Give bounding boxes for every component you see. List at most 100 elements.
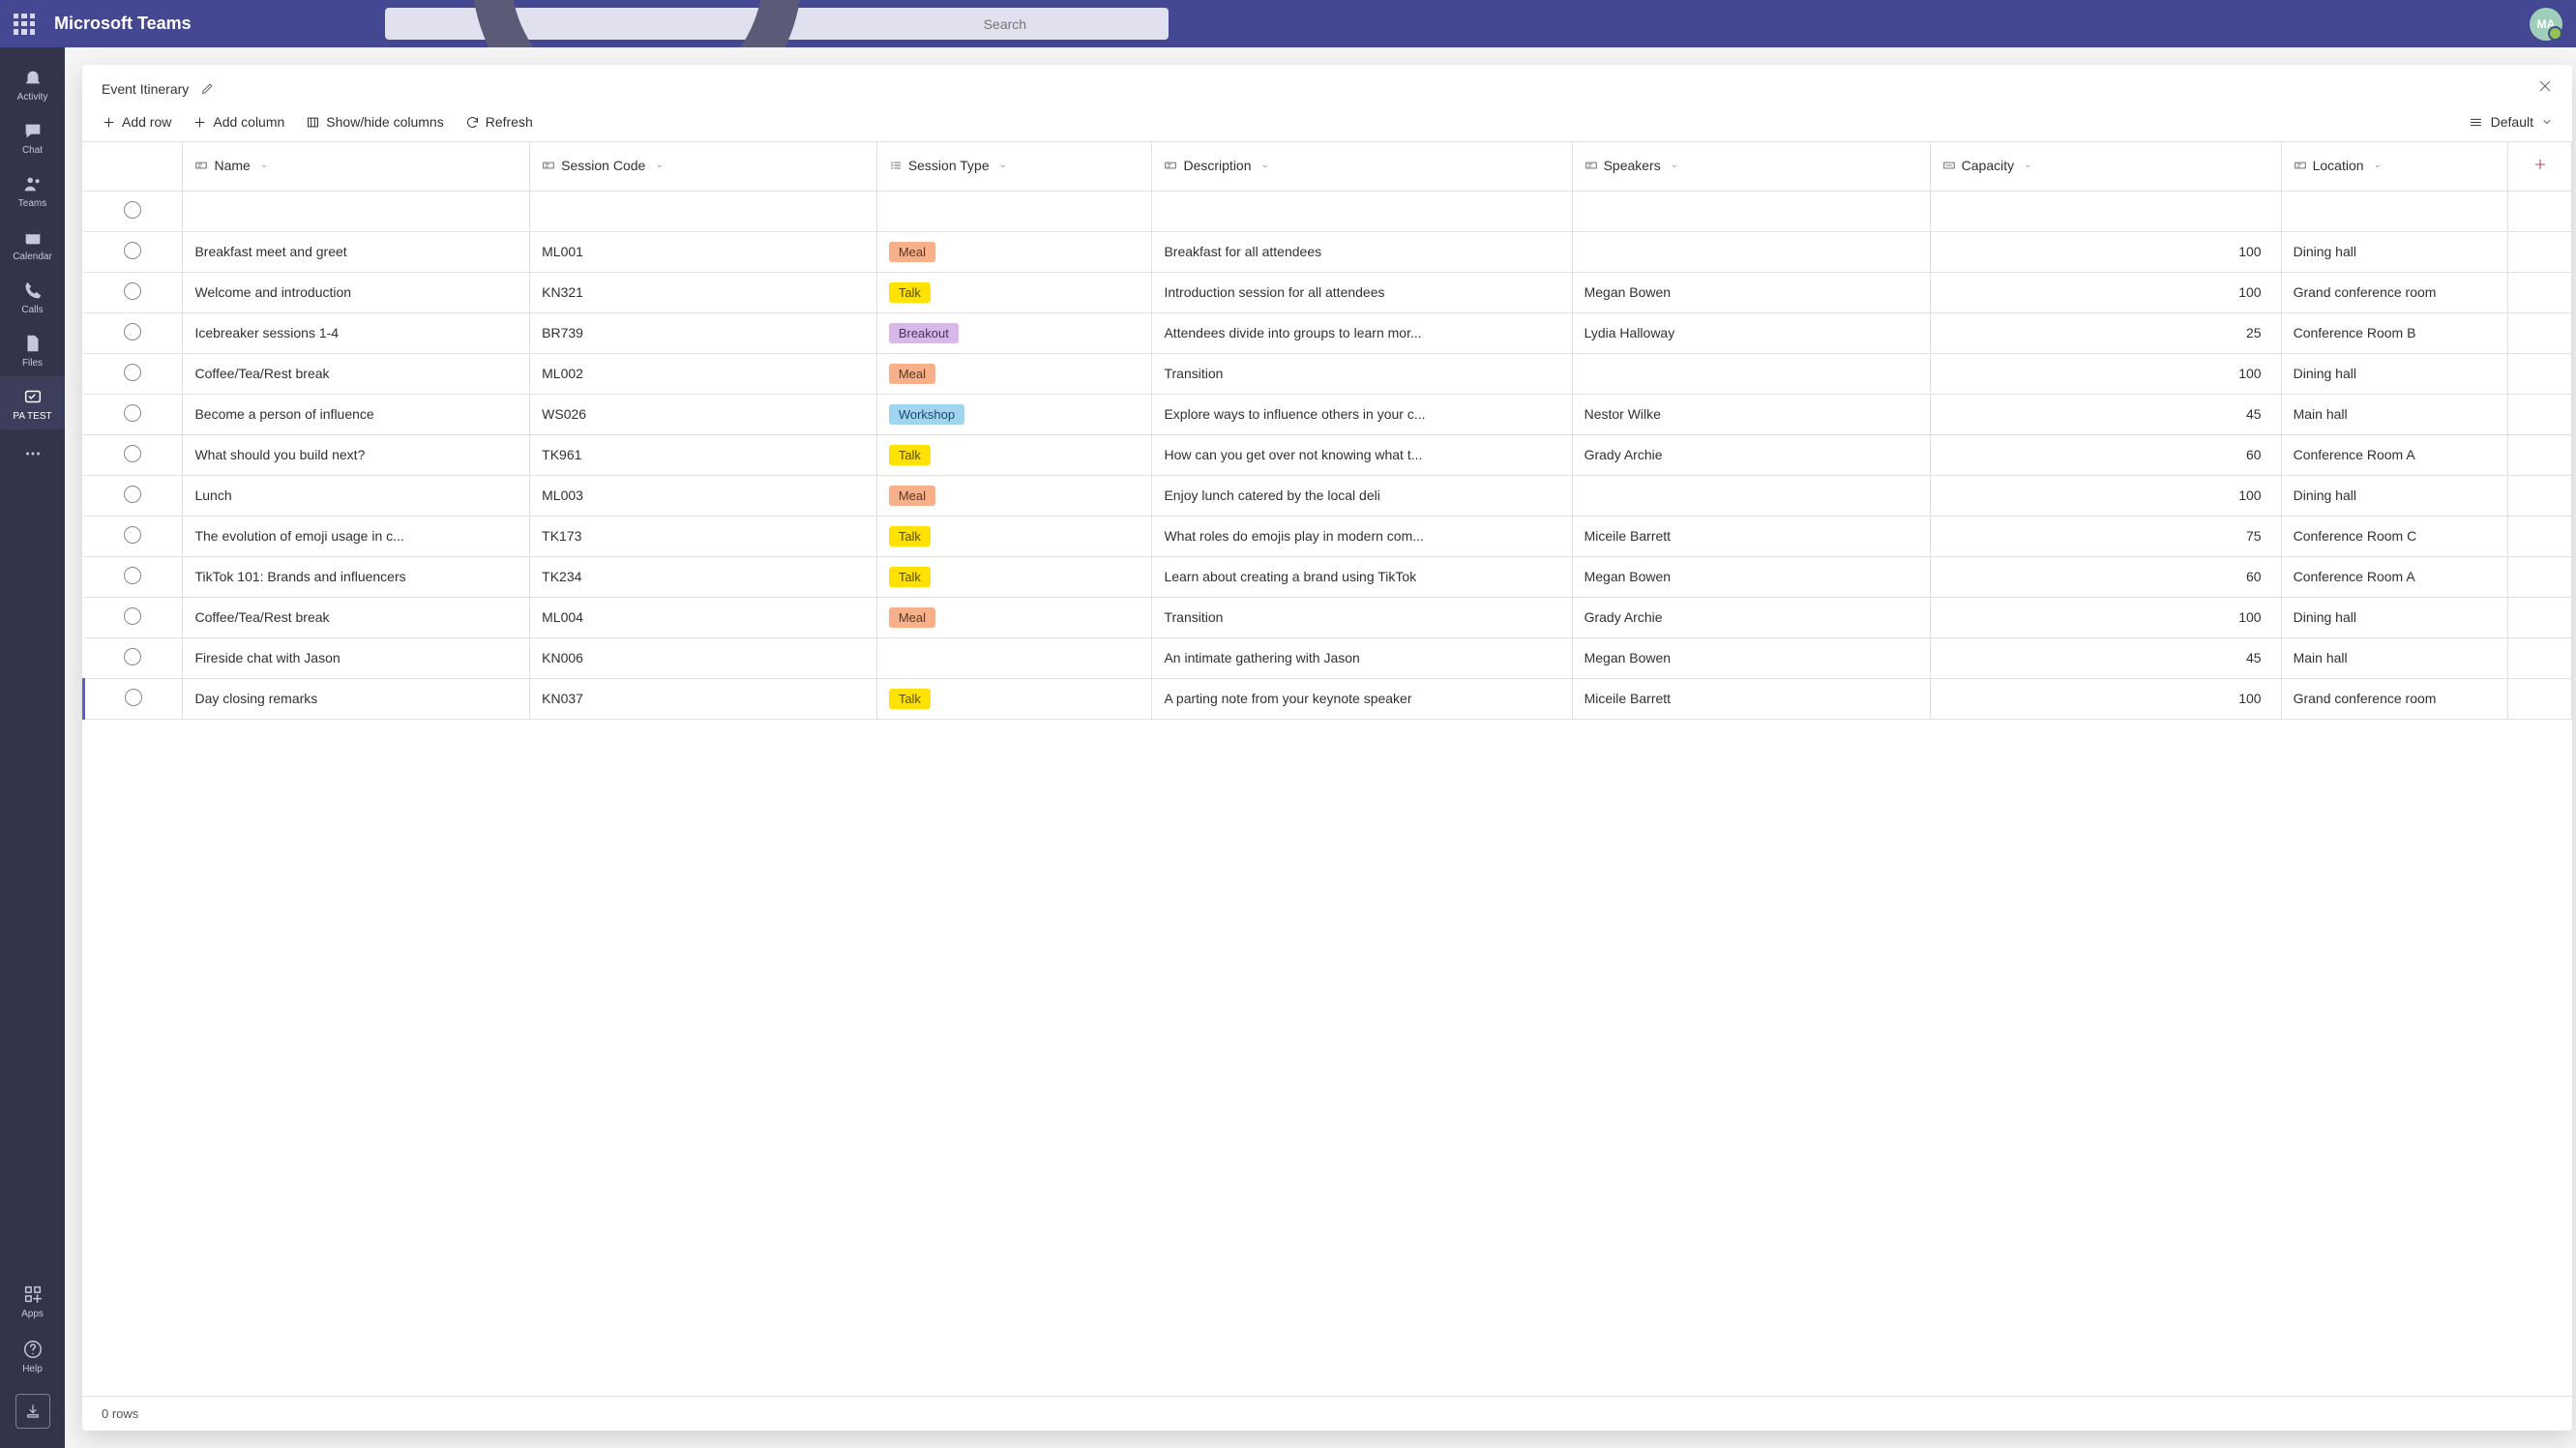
- cell-speakers[interactable]: [1572, 475, 1930, 516]
- cell-capacity[interactable]: 25: [1930, 312, 2281, 353]
- show-hide-columns-button[interactable]: Show/hide columns: [306, 114, 443, 130]
- cell-speakers[interactable]: Megan Bowen: [1572, 556, 1930, 597]
- cell-name[interactable]: Icebreaker sessions 1-4: [183, 312, 530, 353]
- cell-session-type[interactable]: Talk: [876, 678, 1152, 719]
- cell-capacity[interactable]: 100: [1930, 678, 2281, 719]
- cell-session-code[interactable]: KN006: [530, 637, 877, 678]
- cell-location[interactable]: Main hall: [2281, 637, 2508, 678]
- cell-session-code[interactable]: WS026: [530, 394, 877, 434]
- cell-speakers[interactable]: [1572, 231, 1930, 272]
- cell-location[interactable]: Dining hall: [2281, 231, 2508, 272]
- cell-capacity[interactable]: 100: [1930, 231, 2281, 272]
- cell-session-code[interactable]: BR739: [530, 312, 877, 353]
- cell-speakers[interactable]: Nestor Wilke: [1572, 394, 1930, 434]
- table-row[interactable]: Fireside chat with Jason KN006 An intima…: [84, 637, 2572, 678]
- cell-session-code[interactable]: ML001: [530, 231, 877, 272]
- cell-capacity[interactable]: 100: [1930, 475, 2281, 516]
- col-session-code[interactable]: Session Code⌄: [530, 142, 877, 191]
- cell-location[interactable]: Dining hall: [2281, 597, 2508, 637]
- row-selector[interactable]: [124, 567, 141, 584]
- row-selector[interactable]: [124, 445, 141, 462]
- cell-capacity[interactable]: 45: [1930, 394, 2281, 434]
- cell-location[interactable]: Conference Room B: [2281, 312, 2508, 353]
- cell-capacity[interactable]: 60: [1930, 434, 2281, 475]
- cell-name[interactable]: What should you build next?: [183, 434, 530, 475]
- row-selector[interactable]: [124, 526, 141, 544]
- add-column-icon-button[interactable]: [2508, 142, 2572, 191]
- col-speakers[interactable]: Speakers⌄: [1572, 142, 1930, 191]
- cell-speakers[interactable]: Miceile Barrett: [1572, 516, 1930, 556]
- table-row[interactable]: Lunch ML003 Meal Enjoy lunch catered by …: [84, 475, 2572, 516]
- rail-item-chat[interactable]: Chat: [0, 110, 65, 163]
- table-row[interactable]: Icebreaker sessions 1-4 BR739 Breakout A…: [84, 312, 2572, 353]
- cell-description[interactable]: Transition: [1152, 353, 1572, 394]
- cell-location[interactable]: Dining hall: [2281, 475, 2508, 516]
- cell-session-type[interactable]: Breakout: [876, 312, 1152, 353]
- app-launcher-icon[interactable]: [14, 14, 35, 35]
- rail-item-activity[interactable]: Activity: [0, 57, 65, 110]
- edit-icon[interactable]: [200, 81, 215, 96]
- row-selector[interactable]: [124, 201, 141, 219]
- cell-description[interactable]: What roles do emojis play in modern com.…: [1152, 516, 1572, 556]
- row-selector[interactable]: [124, 607, 141, 625]
- cell-location[interactable]: Dining hall: [2281, 353, 2508, 394]
- search-input[interactable]: [984, 16, 1159, 32]
- cell-speakers[interactable]: Miceile Barrett: [1572, 678, 1930, 719]
- row-selector[interactable]: [125, 689, 142, 706]
- cell-session-type[interactable]: Meal: [876, 597, 1152, 637]
- cell-capacity[interactable]: 100: [1930, 353, 2281, 394]
- cell-name[interactable]: Lunch: [183, 475, 530, 516]
- cell-name[interactable]: Coffee/Tea/Rest break: [183, 353, 530, 394]
- cell-description[interactable]: Introduction session for all attendees: [1152, 272, 1572, 312]
- cell-speakers[interactable]: Lydia Halloway: [1572, 312, 1930, 353]
- cell-capacity[interactable]: 100: [1930, 272, 2281, 312]
- cell-session-code[interactable]: TK173: [530, 516, 877, 556]
- table-row[interactable]: What should you build next? TK961 Talk H…: [84, 434, 2572, 475]
- cell-name[interactable]: Become a person of influence: [183, 394, 530, 434]
- table-row[interactable]: Day closing remarks KN037 Talk A parting…: [84, 678, 2572, 719]
- cell-speakers[interactable]: Grady Archie: [1572, 597, 1930, 637]
- cell-session-code[interactable]: KN321: [530, 272, 877, 312]
- table-row[interactable]: Breakfast meet and greet ML001 Meal Brea…: [84, 231, 2572, 272]
- cell-name[interactable]: The evolution of emoji usage in c...: [183, 516, 530, 556]
- row-selector[interactable]: [124, 323, 141, 340]
- cell-capacity[interactable]: 60: [1930, 556, 2281, 597]
- cell-session-type[interactable]: Workshop: [876, 394, 1152, 434]
- rail-item-calls[interactable]: Calls: [0, 270, 65, 323]
- rail-item-teams[interactable]: Teams: [0, 163, 65, 217]
- add-column-button[interactable]: Add column: [192, 114, 284, 130]
- search-box[interactable]: [385, 8, 1169, 40]
- cell-name[interactable]: Welcome and introduction: [183, 272, 530, 312]
- rail-item-files[interactable]: Files: [0, 323, 65, 376]
- cell-location[interactable]: Main hall: [2281, 394, 2508, 434]
- cell-description[interactable]: Transition: [1152, 597, 1572, 637]
- cell-session-type[interactable]: [876, 637, 1152, 678]
- download-button[interactable]: [15, 1394, 50, 1429]
- cell-description[interactable]: How can you get over not knowing what t.…: [1152, 434, 1572, 475]
- row-selector[interactable]: [124, 242, 141, 259]
- cell-name[interactable]: Coffee/Tea/Rest break: [183, 597, 530, 637]
- table-row[interactable]: Welcome and introduction KN321 Talk Intr…: [84, 272, 2572, 312]
- rail-item-apps[interactable]: Apps: [0, 1274, 65, 1329]
- row-selector[interactable]: [124, 486, 141, 503]
- cell-session-type[interactable]: Talk: [876, 272, 1152, 312]
- cell-description[interactable]: An intimate gathering with Jason: [1152, 637, 1572, 678]
- cell-description[interactable]: A parting note from your keynote speaker: [1152, 678, 1572, 719]
- cell-description[interactable]: Breakfast for all attendees: [1152, 231, 1572, 272]
- refresh-button[interactable]: Refresh: [465, 114, 533, 130]
- cell-location[interactable]: Grand conference room: [2281, 678, 2508, 719]
- table-row[interactable]: Become a person of influence WS026 Works…: [84, 394, 2572, 434]
- row-selector[interactable]: [124, 282, 141, 300]
- cell-location[interactable]: Conference Room A: [2281, 434, 2508, 475]
- cell-name[interactable]: Fireside chat with Jason: [183, 637, 530, 678]
- cell-name[interactable]: Breakfast meet and greet: [183, 231, 530, 272]
- col-description[interactable]: Description⌄: [1152, 142, 1572, 191]
- cell-session-code[interactable]: KN037: [530, 678, 877, 719]
- cell-speakers[interactable]: Megan Bowen: [1572, 272, 1930, 312]
- rail-item-calendar[interactable]: Calendar: [0, 217, 65, 270]
- cell-session-type[interactable]: Meal: [876, 475, 1152, 516]
- row-selector[interactable]: [124, 364, 141, 381]
- cell-description[interactable]: Attendees divide into groups to learn mo…: [1152, 312, 1572, 353]
- cell-capacity[interactable]: 45: [1930, 637, 2281, 678]
- cell-description[interactable]: Learn about creating a brand using TikTo…: [1152, 556, 1572, 597]
